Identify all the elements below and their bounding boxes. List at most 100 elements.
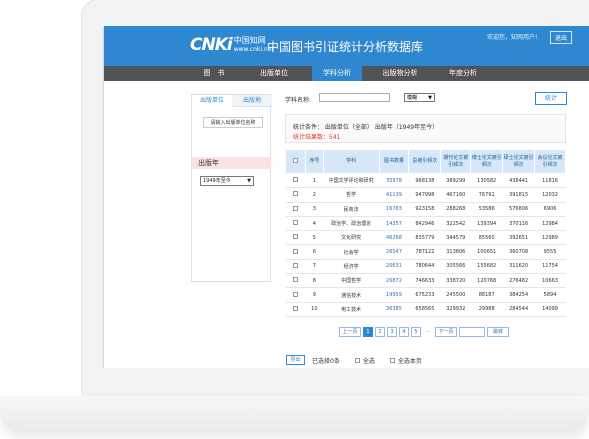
table-row: 7 经济学 20631 780644 305566 155682 311620 11754 [285,259,566,275]
checkbox[interactable] [292,157,298,163]
row-phd-citations: 85560 [470,230,503,246]
row-master-citations: 360708 [502,244,535,260]
checkbox[interactable] [292,234,298,240]
row-phd-citations: 100651 [470,244,503,260]
table-header-row: 序号 学科 图书数量 总被引频次 期刊论文被引频次 博士论文被引频次 硕士论文被… [285,149,566,174]
checkbox[interactable] [292,305,298,311]
row-checkbox-cell [285,244,306,260]
row-book-count[interactable]: 26547 [379,244,409,260]
row-conference-citations: 11754 [534,259,566,275]
row-book-count[interactable]: 36385 [379,302,409,317]
checkbox[interactable] [292,191,298,197]
row-book-count[interactable]: 20631 [379,259,409,275]
page-1-button[interactable]: 1 [363,327,373,337]
table-row: 2 哲学 41139 947998 467160 76791 391815 12032 [285,187,566,203]
page-jump-input[interactable] [459,327,485,337]
row-checkbox-cell [285,173,306,189]
row-phd-citations: 76791 [470,187,503,203]
row-index: 7 [305,259,324,275]
checkbox[interactable] [292,248,298,254]
select-page-label: 全选本页 [397,357,422,365]
row-total-citations: 968138 [408,173,441,189]
row-conference-citations: 11816 [534,173,566,189]
laptop-base [0,396,589,432]
page-3-button[interactable]: 3 [387,327,397,337]
row-book-count[interactable]: 14357 [379,216,409,232]
publisher-name-button[interactable]: 请输入出版单位名称 [203,117,263,128]
row-book-count[interactable]: 16783 [379,202,409,217]
tab-publisher-filter[interactable]: 出版单位 [192,95,232,107]
page-5-button[interactable]: 5 [411,327,421,337]
row-phd-citations: 88187 [470,287,503,303]
row-book-count[interactable]: 35978 [379,173,409,189]
row-phd-citations: 155682 [470,259,503,275]
year-filter-title: 出版年 [192,157,271,169]
filter-tabs: 出版单位 出版地 [192,95,272,107]
logout-button[interactable]: 退出 [550,31,573,44]
row-index: 10 [305,302,324,317]
row-subject: 社会学 [323,244,380,260]
row-checkbox-cell [285,187,306,203]
year-select[interactable]: 1949年至今 ▼ [200,176,254,186]
row-subject: 经济学 [323,259,380,275]
row-master-citations: 392651 [502,230,535,246]
tab-publishers[interactable]: 出版单位 [249,66,299,81]
page-2-button[interactable]: 2 [375,327,385,337]
row-journal-citations: 288268 [440,202,471,217]
row-book-count[interactable]: 41139 [379,187,409,203]
select-page[interactable]: 全选本页 [389,356,422,365]
row-checkbox-cell [285,202,306,217]
header-phd-citations: 博士论文被引频次 [470,149,504,174]
subject-label: 学科名称: [285,97,312,104]
logo-mark: CNKi [190,35,233,55]
tab-subject-analysis[interactable]: 学科分析 [312,66,362,81]
prev-page-button[interactable]: 上一页 [339,327,361,337]
page-4-button[interactable]: 4 [399,327,409,337]
checkbox[interactable] [292,177,298,183]
result-count: 统计结果数：541 [293,134,341,141]
tab-books[interactable]: 图 书 [194,66,234,81]
checkbox[interactable] [292,220,298,226]
row-book-count[interactable]: 19959 [379,287,409,303]
match-mode-select[interactable]: 模糊 ▼ [404,93,435,102]
row-subject: 通信技术 [323,287,380,303]
row-book-count[interactable]: 26872 [379,273,409,289]
row-conference-citations: 12032 [534,187,566,203]
conditions-box: 统计条件： 出版单位（全部） 出版年（1949年至今） 统计结果数：541 [285,114,566,143]
row-index: 2 [305,187,324,203]
page-jump-button[interactable]: 跳转 [487,327,509,337]
row-subject: 中国文学评论和研究 [323,173,380,189]
checkbox[interactable] [292,205,298,211]
row-subject: 电工技术 [323,302,380,317]
select-all-label: 全选 [362,357,375,365]
subject-input[interactable] [319,93,390,102]
next-page-button[interactable]: 下一页 [435,327,457,337]
select-all[interactable]: 全选 [354,356,375,365]
row-conference-citations: 12984 [534,216,566,232]
row-phd-citations: 130582 [470,173,503,189]
checkbox[interactable] [354,357,360,363]
checkbox[interactable] [292,277,298,283]
page-title: 中国图书引证统计分析数据库 [267,40,424,54]
row-checkbox-cell [285,230,306,246]
checkbox[interactable] [292,291,298,297]
checkbox[interactable] [292,262,298,268]
year-select-value: 1949年至今 [203,178,231,184]
row-checkbox-cell [285,273,306,289]
tab-location-filter[interactable]: 出版地 [232,95,272,107]
row-index: 9 [305,287,324,303]
row-conference-citations: 5894 [534,287,566,303]
statistics-button[interactable]: 统计 [535,92,567,105]
checkbox[interactable] [389,357,395,363]
export-button[interactable]: 导出 [286,355,305,365]
filter-panel: 出版单位 出版地 请输入出版单位名称 出版年 1949年至今 ▼ [191,94,272,282]
row-master-citations: 391815 [502,187,535,203]
tab-publication-analysis[interactable]: 出版物分析 [374,66,426,81]
row-book-count[interactable]: 46268 [379,230,409,246]
table-row: 1 中国文学评论和研究 35978 968138 389299 130582 438441 1… [285,173,566,189]
tab-year-analysis[interactable]: 年度分析 [439,66,487,81]
row-index: 1 [305,173,324,189]
table-row: 5 文化研究 46268 835779 344579 85560 392651 12989 [285,230,566,246]
row-total-citations: 923158 [408,202,441,217]
row-phd-citations: 120768 [470,273,503,289]
